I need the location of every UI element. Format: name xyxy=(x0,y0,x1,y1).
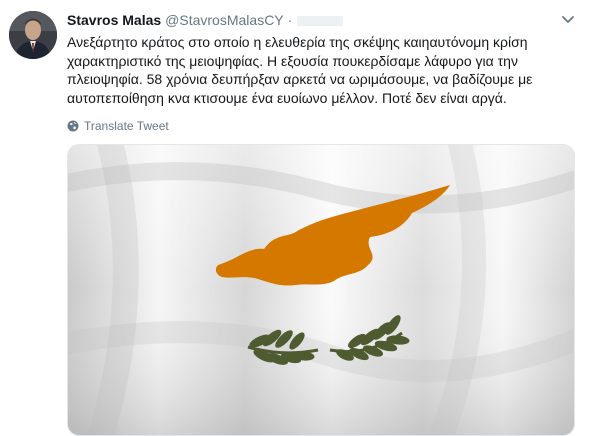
tweet-header: Stavros Malas @StavrosMalasCY · xyxy=(67,11,589,29)
tweet-text-line: πλειοψηφία. 58 χρόνια δευπήρξαν αρκετά ν… xyxy=(67,71,533,88)
avatar-photo xyxy=(9,11,57,59)
translate-tweet-link[interactable]: Translate Tweet xyxy=(67,118,169,134)
chevron-down-icon[interactable] xyxy=(561,15,575,25)
cyprus-flag-image xyxy=(68,145,574,435)
translate-tweet-label: Translate Tweet xyxy=(84,119,169,133)
tweet-text: Ανεξάρτητο κράτος στο οποίο η ελευθερία … xyxy=(67,33,577,107)
avatar[interactable] xyxy=(9,11,57,59)
tweet-text-line: αυτοπεποίθηση κνα κτισουμε ένα ευοίωνο μ… xyxy=(67,89,507,106)
author-name[interactable]: Stavros Malas xyxy=(67,12,161,28)
author-handle[interactable]: @StavrosMalasCY xyxy=(165,12,283,28)
tweet-text-line: χαρακτηριστικό της μειοψηφίας. Η εξουσία… xyxy=(67,52,518,69)
tweet-text-line: Ανεξάρτητο κράτος στο οποίο η ελευθερία … xyxy=(67,34,528,50)
globe-icon xyxy=(67,120,79,132)
separator-dot: · xyxy=(287,12,293,28)
tweet: Stavros Malas @StavrosMalasCY · Ανεξάρτητο… xyxy=(0,0,589,436)
tweet-media-image[interactable] xyxy=(67,144,575,436)
timestamp-placeholder[interactable] xyxy=(297,16,344,27)
